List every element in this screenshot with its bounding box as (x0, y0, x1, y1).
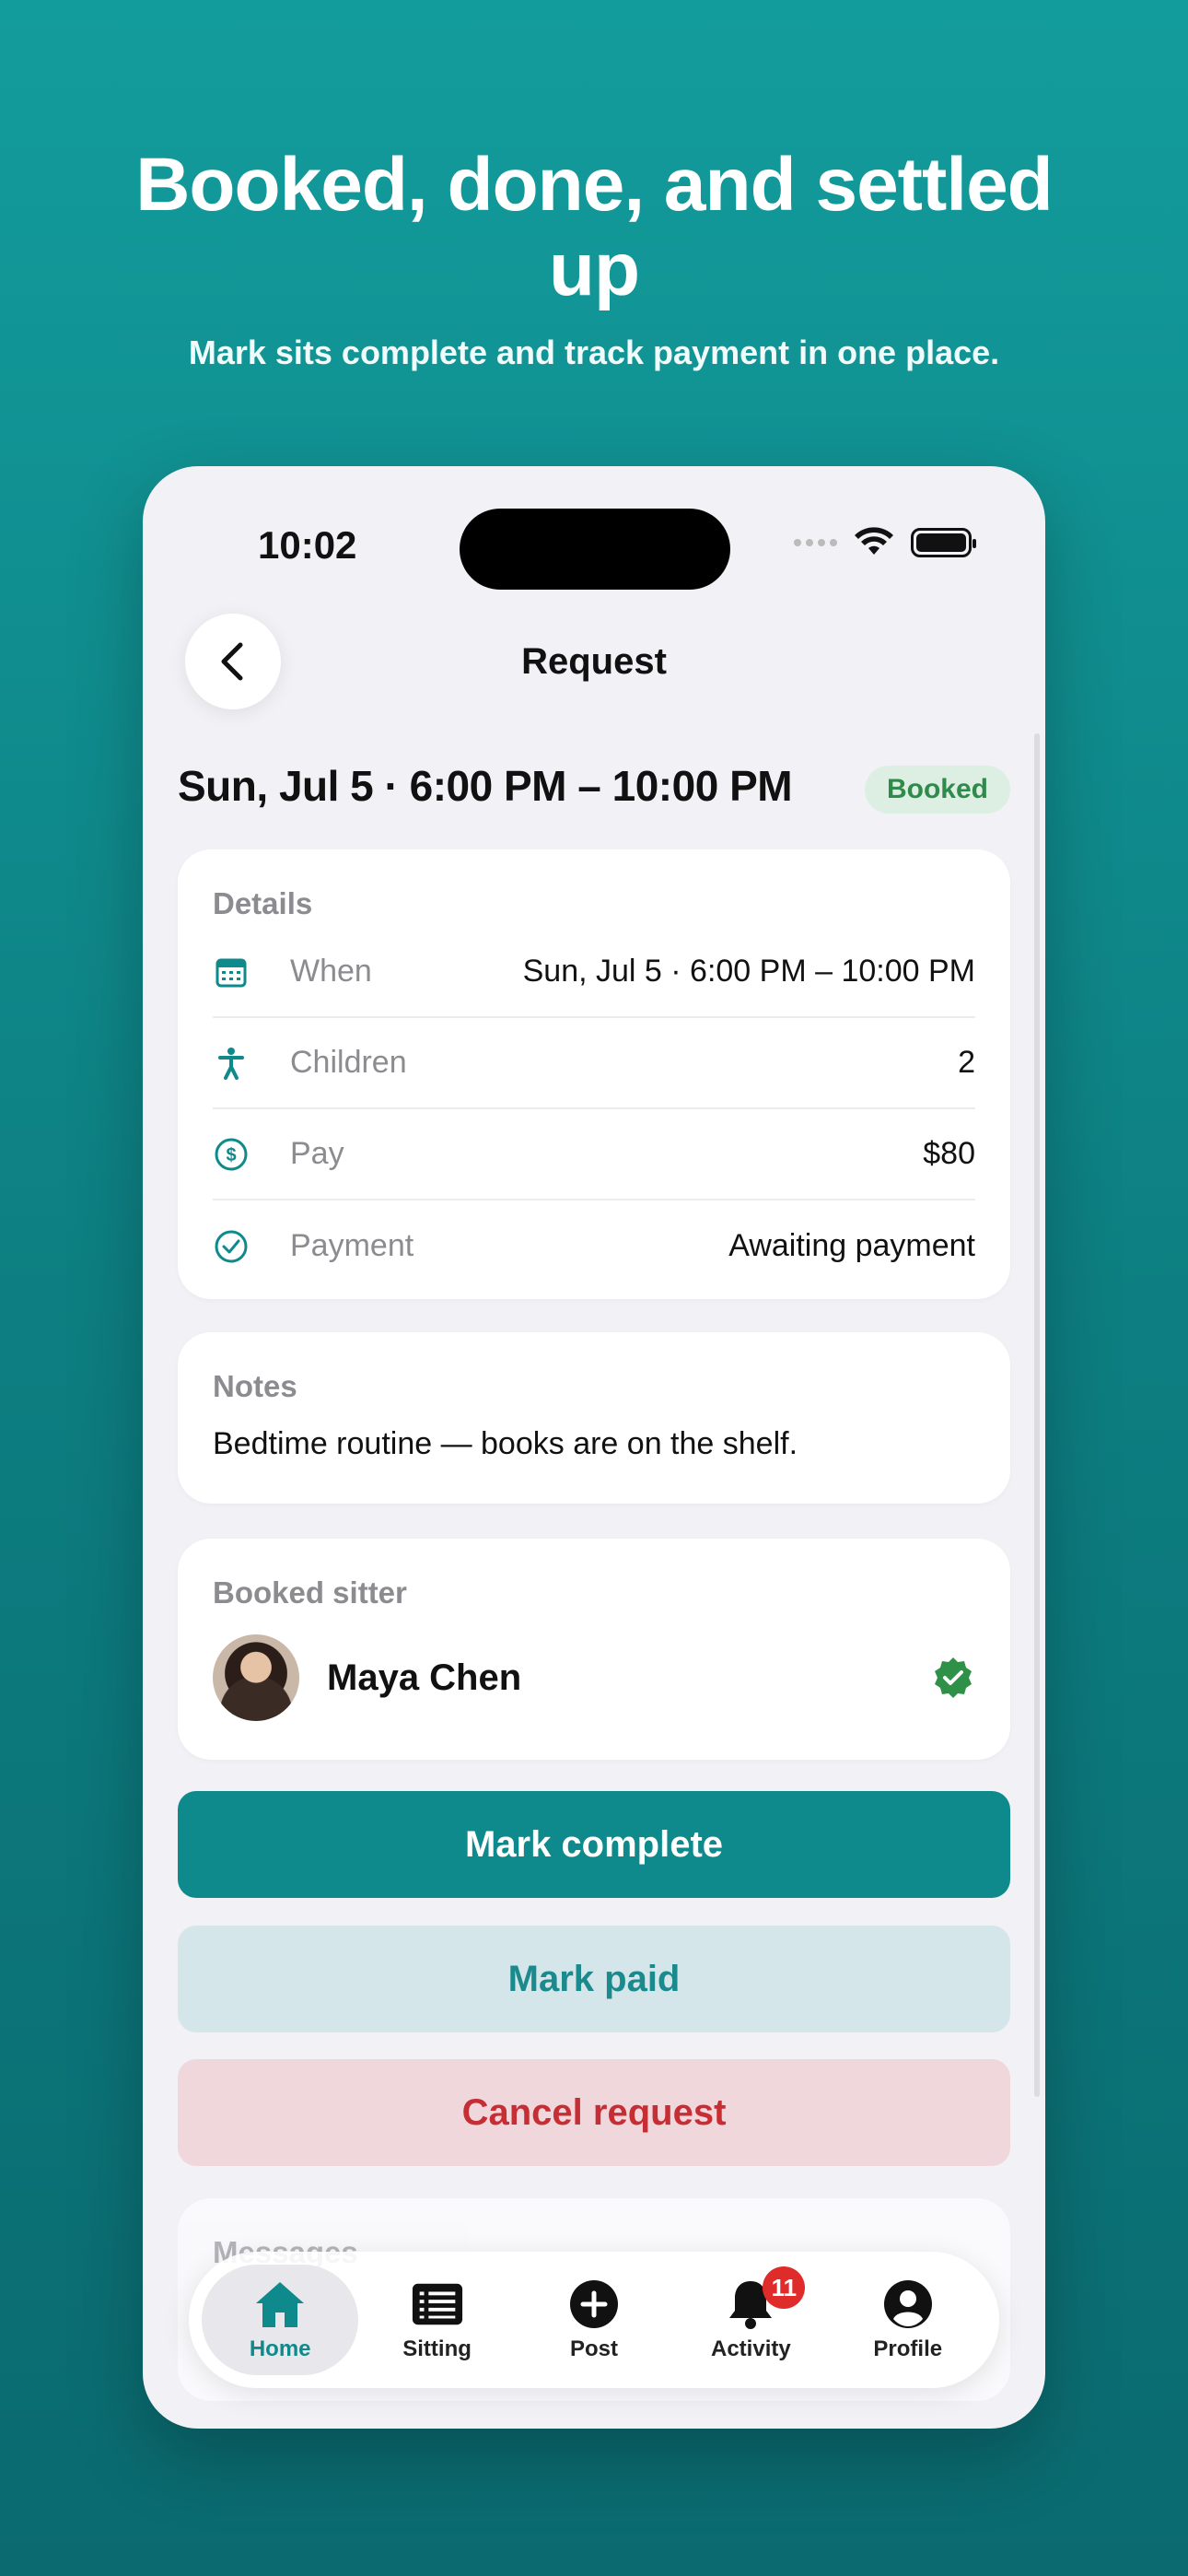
tab-label: Post (569, 2336, 618, 2361)
status-badge: Booked (864, 766, 1010, 814)
status-icons (794, 527, 976, 558)
detail-name: Children (290, 1045, 407, 1080)
notes-text: Bedtime routine — books are on the shelf… (213, 1426, 798, 1461)
detail-row-when: When Sun, Jul 5 · 6:00 PM – 10:00 PM (213, 927, 975, 1018)
plus-circle-icon (567, 2277, 621, 2331)
battery-icon (911, 528, 976, 557)
detail-value: $80 (923, 1136, 975, 1171)
hero-title: Booked, done, and settled up (135, 143, 1054, 311)
sitter-name: Maya Chen (327, 1657, 522, 1698)
list-icon (411, 2277, 464, 2331)
tab-profile[interactable]: Profile (830, 2265, 986, 2375)
verified-badge-icon (935, 1657, 972, 1698)
details-card: Details When Sun, Jul 5 · 6:00 PM – 10:0… (178, 849, 1010, 1299)
tab-sitting[interactable]: Sitting (359, 2265, 516, 2375)
detail-row-pay: $ Pay $80 (213, 1109, 975, 1200)
mark-complete-button[interactable]: Mark complete (178, 1791, 1010, 1898)
cancel-request-button[interactable]: Cancel request (178, 2059, 1010, 2166)
page-title: Request (521, 641, 667, 682)
tab-activity[interactable]: 11 Activity (672, 2265, 829, 2375)
booked-sitter-card[interactable]: Booked sitter Maya Chen (178, 1539, 1010, 1760)
tab-post[interactable]: Post (516, 2265, 672, 2375)
tab-label: Activity (711, 2336, 791, 2361)
profile-icon (881, 2277, 935, 2331)
svg-text:$: $ (226, 1145, 236, 1165)
notes-card: Notes Bedtime routine — books are on the… (178, 1332, 1010, 1504)
check-circle-icon (213, 1228, 250, 1265)
person-icon (213, 1045, 250, 1082)
detail-name: Payment (290, 1228, 414, 1263)
detail-value: 2 (958, 1045, 975, 1080)
detail-name: Pay (290, 1136, 344, 1171)
detail-row-payment: Payment Awaiting payment (213, 1200, 975, 1292)
dynamic-island (460, 509, 730, 590)
tab-label: Profile (873, 2336, 943, 2361)
tab-home[interactable]: Home (202, 2265, 359, 2375)
mark-paid-button[interactable]: Mark paid (178, 1926, 1010, 2032)
calendar-icon (213, 954, 250, 990)
phone-screen: 10:02 Request Sun, Jul 5 · 6:00 PM – 10:… (143, 466, 1045, 2429)
cellular-icon (794, 539, 837, 546)
detail-value: Sun, Jul 5 · 6:00 PM – 10:00 PM (522, 954, 975, 989)
tab-bar: Home Sitting Post 11 Activity Profile (189, 2252, 999, 2388)
status-time: 10:02 (258, 523, 357, 567)
scrollbar[interactable] (1034, 733, 1040, 2097)
avatar (213, 1634, 299, 1721)
details-label: Details (213, 886, 313, 920)
home-icon (253, 2277, 307, 2331)
activity-badge: 11 (763, 2266, 806, 2309)
tab-label: Home (249, 2336, 311, 2361)
hero-subtitle: Mark sits complete and track payment in … (188, 334, 1000, 371)
detail-value: Awaiting payment (728, 1228, 975, 1263)
detail-name: When (290, 954, 372, 989)
detail-row-children: Children 2 (213, 1018, 975, 1109)
booked-sitter-label: Booked sitter (213, 1575, 407, 1610)
tab-label: Sitting (402, 2336, 472, 2361)
request-date-header: Sun, Jul 5 · 6:00 PM – 10:00 PM (178, 762, 793, 810)
dollar-circle-icon: $ (213, 1136, 250, 1173)
notes-label: Notes (213, 1369, 297, 1403)
wifi-icon (855, 527, 893, 555)
